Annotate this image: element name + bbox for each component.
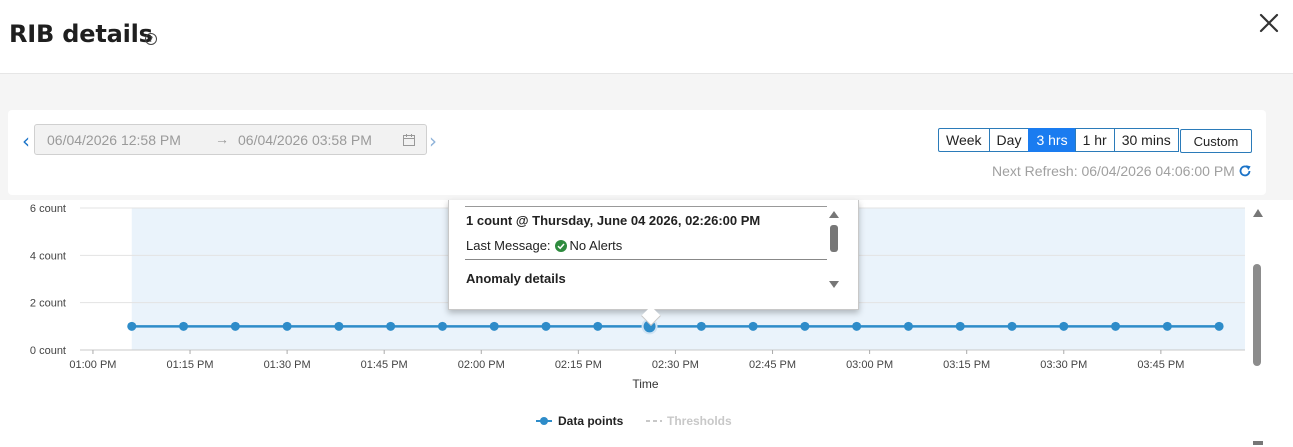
data-point <box>1162 321 1172 331</box>
time-controls-panel: ‹ 06/04/2026 12:58 PM → 06/04/2026 03:58… <box>8 110 1266 195</box>
x-tick-label: 02:45 PM <box>749 359 796 371</box>
check-circle-icon <box>554 240 567 252</box>
period-day-button[interactable]: Day <box>988 128 1030 152</box>
data-point <box>334 321 344 331</box>
data-point <box>1111 321 1121 331</box>
data-point <box>541 321 551 331</box>
period-week-button[interactable]: Week <box>938 128 990 152</box>
data-point <box>437 321 447 331</box>
data-point <box>1059 321 1069 331</box>
custom-range-button[interactable]: Custom <box>1180 129 1252 153</box>
x-tick-label: 03:00 PM <box>846 359 893 371</box>
data-point <box>179 321 189 331</box>
range-start-input[interactable]: 06/04/2026 12:58 PM <box>47 132 181 148</box>
data-point <box>748 321 758 331</box>
next-refresh-text: Next Refresh: 06/04/2026 04:06:00 PM <box>992 163 1235 179</box>
data-point <box>593 321 603 331</box>
x-tick-label: 01:45 PM <box>361 359 408 371</box>
svg-text:?: ? <box>149 35 153 44</box>
data-point <box>489 321 499 331</box>
scroll-up-arrow[interactable] <box>1253 209 1263 217</box>
chart-scrollbar[interactable] <box>1250 207 1264 447</box>
data-point <box>955 321 965 331</box>
data-point-tooltip: 1 count @ Thursday, June 04 2026, 02:26:… <box>448 200 859 326</box>
data-point <box>1007 321 1017 331</box>
refresh-icon[interactable] <box>1238 164 1252 178</box>
y-tick-label: 6 count <box>30 203 66 215</box>
data-point <box>127 321 137 331</box>
tooltip-scroll-up-arrow[interactable] <box>829 211 839 218</box>
scroll-down-arrow[interactable] <box>1253 441 1263 445</box>
x-tick-label: 01:30 PM <box>264 359 311 371</box>
tooltip-last-message: Last Message: No Alerts <box>466 238 622 253</box>
y-tick-label: 4 count <box>30 250 66 262</box>
x-tick-label: 03:45 PM <box>1137 359 1184 371</box>
x-axis-title: Time <box>632 377 659 391</box>
legend-label-thresholds: Thresholds <box>667 414 732 428</box>
y-tick-label: 0 count <box>30 345 66 357</box>
anomaly-details-toggle[interactable]: Anomaly details <box>466 271 566 286</box>
period-selector: Week Day 3 hrs 1 hr 30 mins <box>938 128 1179 152</box>
legend-label-data-points: Data points <box>558 414 624 428</box>
x-tick-label: 01:15 PM <box>166 359 213 371</box>
y-tick-label: 2 count <box>30 298 66 310</box>
period-1hr-button[interactable]: 1 hr <box>1074 128 1115 152</box>
data-point <box>852 321 862 331</box>
next-range-button[interactable]: › <box>429 131 437 151</box>
data-point <box>1214 321 1224 331</box>
tooltip-scroll-thumb[interactable] <box>830 225 838 252</box>
last-message-value: No Alerts <box>569 238 623 253</box>
legend-marker-dot <box>540 417 548 425</box>
date-range-picker[interactable]: 06/04/2026 12:58 PM → 06/04/2026 03:58 P… <box>34 124 427 155</box>
x-tick-label: 02:00 PM <box>458 359 505 371</box>
last-message-label: Last Message: <box>466 238 551 253</box>
tooltip-divider <box>465 206 827 207</box>
x-tick-label: 02:15 PM <box>555 359 602 371</box>
data-point <box>800 321 810 331</box>
help-icon[interactable]: ? <box>144 32 158 46</box>
tooltip-divider <box>465 259 827 260</box>
range-end-input[interactable]: 06/04/2026 03:58 PM <box>238 132 372 148</box>
tooltip-heading: 1 count @ Thursday, June 04 2026, 02:26:… <box>466 213 761 228</box>
calendar-icon[interactable] <box>402 133 416 147</box>
data-point <box>230 321 240 331</box>
period-30mins-button[interactable]: 30 mins <box>1113 128 1179 152</box>
close-icon[interactable] <box>1255 9 1283 37</box>
scroll-thumb[interactable] <box>1253 264 1261 366</box>
x-tick-label: 03:15 PM <box>943 359 990 371</box>
data-point <box>282 321 292 331</box>
previous-range-button[interactable]: ‹ <box>22 131 30 151</box>
x-tick-label: 03:30 PM <box>1040 359 1087 371</box>
data-point <box>696 321 706 331</box>
header: RIB details ? <box>0 0 1293 74</box>
data-point <box>386 321 396 331</box>
period-3hrs-button[interactable]: 3 hrs <box>1028 128 1076 152</box>
tooltip-scroll-down-arrow[interactable] <box>829 281 839 288</box>
page-title: RIB details <box>9 20 153 48</box>
x-tick-label: 01:00 PM <box>69 359 116 371</box>
data-point <box>903 321 913 331</box>
x-tick-label: 02:30 PM <box>652 359 699 371</box>
range-separator: → <box>215 131 229 147</box>
